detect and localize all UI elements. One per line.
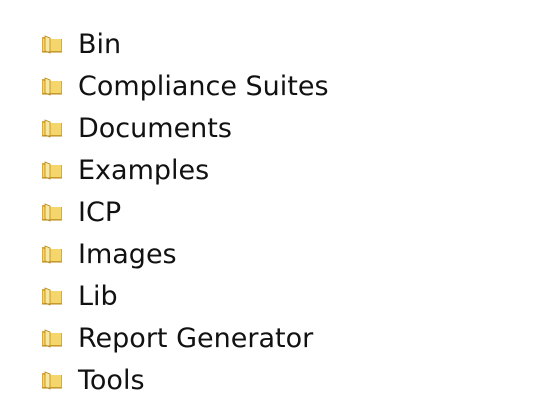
folder-label: ICP	[78, 196, 122, 228]
folder-item-examples[interactable]: Examples	[40, 149, 329, 191]
folder-icon	[42, 371, 62, 390]
folder-item-report-generator[interactable]: Report Generator	[40, 317, 329, 359]
folder-label: Documents	[78, 112, 232, 144]
folder-icon	[42, 245, 62, 264]
folder-label: Lib	[78, 280, 118, 312]
folder-icon	[42, 35, 62, 54]
folder-item-documents[interactable]: Documents	[40, 107, 329, 149]
folder-label: Examples	[78, 154, 210, 186]
folder-icon	[42, 119, 62, 138]
folder-label: Compliance Suites	[78, 70, 329, 102]
folder-label: Report Generator	[78, 322, 314, 354]
folder-item-tools[interactable]: Tools	[40, 359, 329, 401]
folder-icon	[42, 203, 62, 222]
folder-item-lib[interactable]: Lib	[40, 275, 329, 317]
folder-icon	[42, 287, 62, 306]
folder-icon	[42, 329, 62, 348]
folder-list: Bin Compliance Suites Documents Examples	[40, 23, 329, 401]
folder-icon	[42, 161, 62, 180]
folder-item-bin[interactable]: Bin	[40, 23, 329, 65]
folder-label: Bin	[78, 28, 122, 60]
folder-icon	[42, 77, 62, 96]
folder-item-images[interactable]: Images	[40, 233, 329, 275]
folder-label: Tools	[78, 364, 145, 396]
folder-item-icp[interactable]: ICP	[40, 191, 329, 233]
folder-item-compliance-suites[interactable]: Compliance Suites	[40, 65, 329, 107]
folder-label: Images	[78, 238, 177, 270]
